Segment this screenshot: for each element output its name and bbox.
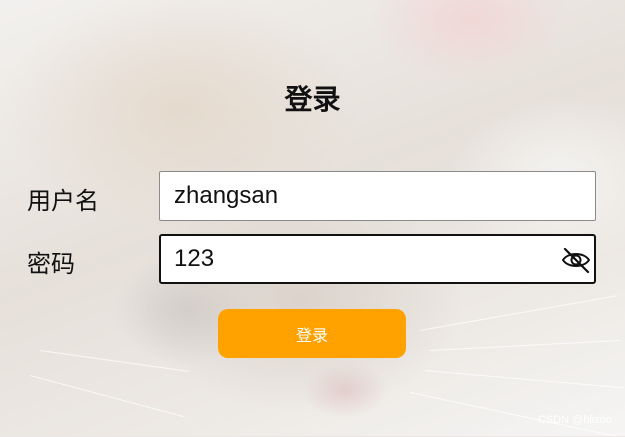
username-input[interactable]: [174, 172, 554, 220]
page-title: 登录: [284, 83, 341, 116]
login-button[interactable]: 登录: [218, 309, 406, 358]
watermark-text: CSDN @hlizoo: [537, 414, 612, 426]
password-field[interactable]: [159, 234, 596, 284]
password-row: 密码: [0, 234, 625, 284]
username-field[interactable]: [159, 171, 596, 221]
password-label: 密码: [27, 250, 75, 278]
username-label: 用户名: [27, 187, 99, 215]
password-input[interactable]: [174, 236, 554, 282]
username-row: 用户名: [0, 171, 625, 221]
eye-off-icon[interactable]: [560, 244, 592, 276]
